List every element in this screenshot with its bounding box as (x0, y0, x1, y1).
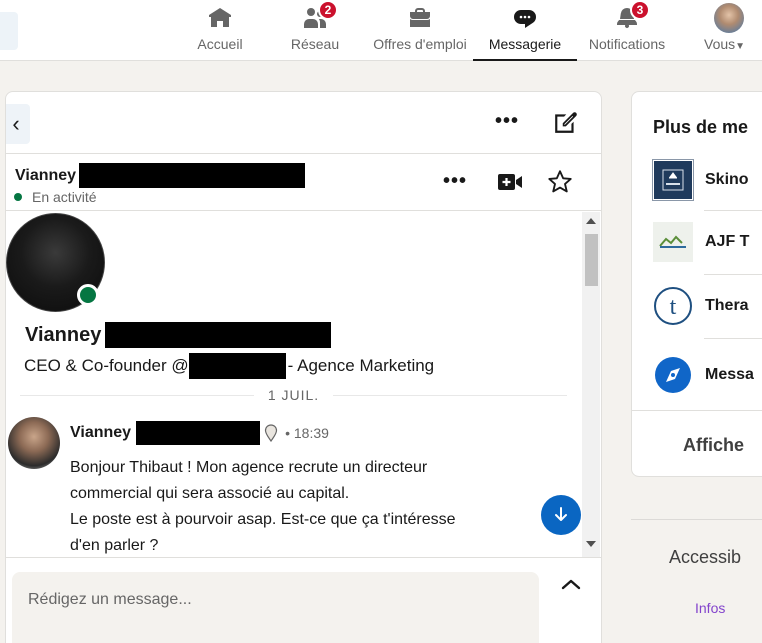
redacted-profile-lastname (105, 322, 332, 348)
message-line: Le poste est à pourvoir asap. Est-ce que… (70, 511, 456, 528)
message-line: commercial qui sera associé au capital. (70, 485, 350, 502)
skino-logo-icon (652, 159, 694, 201)
scroll-to-bottom-button[interactable] (541, 495, 581, 535)
nav-network-label: Réseau (290, 36, 340, 52)
message-compose-box[interactable] (12, 572, 539, 643)
show-more-button[interactable]: Affiche (632, 410, 762, 476)
suggestion-item[interactable]: Messa (653, 345, 762, 405)
suggestions-title: Plus de me (653, 117, 749, 137)
suggestion-name: Thera (705, 297, 749, 314)
messaging-header: ‹ ••• (6, 92, 601, 154)
message-body: Bonjour Thibaut ! Mon agence recrute un … (70, 455, 520, 557)
nav-me[interactable]: Vous▼ (700, 0, 762, 61)
accessibility-link[interactable]: Accessib (669, 547, 741, 568)
home-icon (207, 2, 233, 34)
chevron-up-icon (561, 579, 581, 590)
redacted-company (188, 353, 286, 379)
suggestion-item[interactable]: AJF T (653, 212, 762, 272)
thread-scrollbar[interactable] (582, 212, 600, 557)
nav-jobs[interactable]: Offres d'emploi (366, 0, 474, 61)
show-more-label: Affiche (683, 435, 745, 455)
date-separator-label: 1 JUIL. (267, 387, 320, 403)
suggestion-item[interactable]: t Thera (653, 276, 762, 336)
online-status-icon (14, 193, 22, 201)
compose-new-icon[interactable] (552, 108, 580, 136)
message-line: Bonjour Thibaut ! Mon agence recrute un … (70, 459, 428, 476)
nav-notifications-label: Notifications (588, 36, 666, 52)
scrollbar-thumb[interactable] (585, 234, 598, 286)
network-badge: 2 (318, 0, 338, 20)
sender-avatar[interactable] (8, 417, 60, 469)
message-line: d'en parler ? (70, 537, 159, 554)
conversation-options-icon[interactable]: ••• (443, 170, 467, 193)
suggestions-card: Plus de me Skino AJF T t Thera Messa Aff… (631, 91, 762, 477)
profile-name[interactable]: Vianney (25, 324, 101, 347)
message-thread: Vianney CEO & Co-founder @ - Agence Mark… (6, 212, 581, 557)
svg-text:t: t (670, 294, 677, 320)
top-navigation: Accueil 2 Réseau Offres d'emploi Message… (0, 0, 762, 61)
nav-notifications[interactable]: 3 Notifications (582, 0, 672, 61)
nav-messaging-label: Messagerie (488, 36, 562, 52)
nav-messaging[interactable]: Messagerie (473, 0, 577, 61)
headline-prefix: CEO & Co-founder @ (24, 356, 189, 375)
ajf-logo-icon (653, 222, 693, 262)
messaging-icon (512, 2, 538, 34)
expand-compose-button[interactable] (557, 570, 585, 598)
network-icon: 2 (302, 0, 338, 34)
suggestion-name: Messa (705, 366, 754, 383)
message-input[interactable] (28, 591, 523, 609)
message-sender-name[interactable]: Vianney (70, 424, 131, 442)
nav-jobs-label: Offres d'emploi (373, 36, 467, 52)
briefcase-icon (407, 2, 433, 34)
nav-home[interactable]: Accueil (186, 0, 254, 61)
suggestion-name: AJF T (705, 233, 750, 250)
infos-link[interactable]: Infos (695, 600, 725, 616)
conversation-panel: ‹ ••• Vianney En activité ••• Vianney CE… (5, 91, 602, 643)
search-field-edge[interactable] (0, 12, 18, 50)
message-timestamp: • 18:39 (285, 425, 329, 441)
suggestion-name: Skino (705, 171, 749, 188)
footer-divider (631, 519, 762, 520)
online-indicator-icon (77, 284, 99, 306)
compose-area (6, 557, 601, 643)
compass-logo-icon (653, 355, 693, 395)
scroll-up-arrow-icon[interactable] (586, 218, 596, 224)
star-icon[interactable] (545, 167, 575, 197)
notifications-badge: 3 (630, 0, 650, 20)
headline-suffix: - Agence Marketing (287, 356, 435, 375)
presence-status: En activité (32, 189, 97, 205)
arrow-down-icon (555, 507, 567, 521)
redacted-lastname (79, 163, 306, 188)
nav-home-label: Accueil (197, 36, 243, 52)
more-options-icon[interactable]: ••• (495, 110, 519, 133)
conversation-header: Vianney En activité ••• (6, 154, 601, 211)
thera-logo-icon: t (653, 286, 693, 326)
video-call-icon[interactable] (496, 168, 524, 196)
scroll-down-arrow-icon[interactable] (586, 541, 596, 547)
contact-name[interactable]: Vianney (15, 167, 76, 185)
chevron-left-icon: ‹ (12, 111, 20, 136)
redacted-sender-lastname (136, 421, 261, 445)
user-avatar-icon (700, 2, 744, 34)
suggestion-item[interactable]: Skino (652, 150, 762, 210)
hashtag-badge-icon (263, 424, 279, 442)
back-button[interactable]: ‹ (6, 104, 30, 144)
date-separator: 1 JUIL. (6, 384, 581, 406)
nav-me-label: Vous (704, 36, 736, 52)
caret-down-icon: ▼ (735, 41, 746, 52)
bell-icon: 3 (614, 0, 650, 34)
nav-network[interactable]: 2 Réseau (286, 0, 344, 61)
